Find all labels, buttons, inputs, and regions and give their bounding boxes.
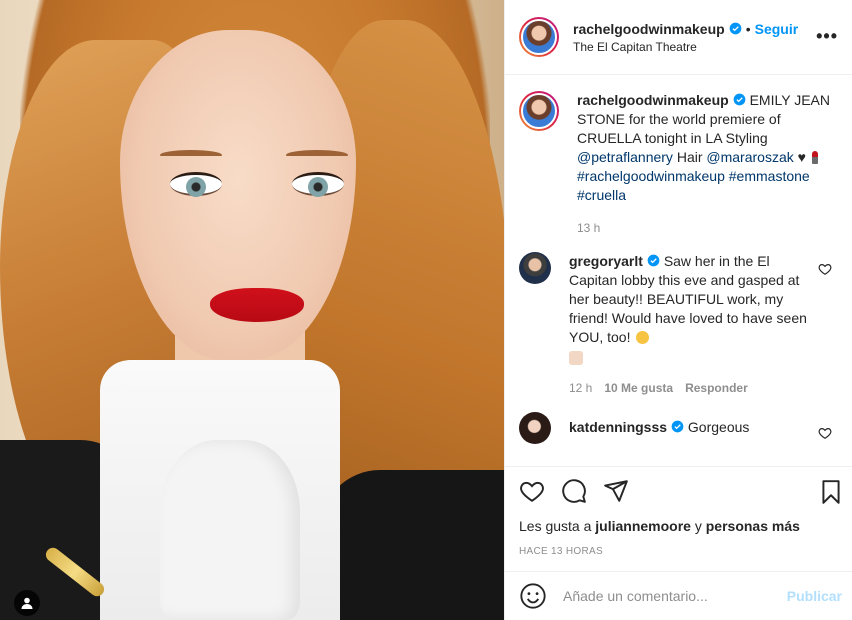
save-bookmark-icon[interactable]	[818, 479, 844, 505]
author-info: rachelgoodwinmakeup • Seguir The El Capi…	[573, 21, 798, 54]
comment-bubble-icon[interactable]	[561, 478, 587, 504]
verified-badge-icon	[729, 22, 742, 35]
hashtag-link[interactable]: #rachelgoodwinmakeup	[577, 168, 725, 184]
comment-time[interactable]: 12 h	[569, 379, 592, 398]
comment-likes[interactable]: 10 Me gusta	[604, 379, 673, 398]
likes-others-link[interactable]: personas más	[706, 518, 800, 534]
post-location[interactable]: The El Capitan Theatre	[573, 40, 798, 54]
comment-body: gregoryarlt Saw her in the El Capitan lo…	[569, 252, 815, 398]
comment-text: Gorgeous	[687, 419, 750, 435]
more-horizontal-icon[interactable]: •••	[816, 26, 838, 47]
caption-time[interactable]: 13 h	[577, 219, 600, 238]
caption-meta: 13 h	[577, 219, 836, 238]
caption-text: Hair	[676, 149, 703, 165]
comment-input[interactable]	[563, 588, 787, 604]
post-timestamp[interactable]: HACE 13 HORAS	[519, 546, 836, 557]
photo-jacket-right	[320, 470, 504, 620]
photo-brow-right	[286, 150, 348, 160]
comment-like-heart-icon[interactable]	[818, 262, 832, 276]
hashtag-link[interactable]: #cruella	[577, 187, 626, 203]
comment-body: katdenningsss Gorgeous	[569, 412, 815, 444]
instagram-post-modal: rachelgoodwinmakeup • Seguir The El Capi…	[0, 0, 852, 620]
mention-link[interactable]: @mararoszak	[706, 149, 793, 165]
heart-emoji: ♥	[797, 149, 806, 165]
photo-blouse-bow	[160, 440, 300, 620]
comment-meta: 12 h 10 Me gusta Responder	[569, 379, 815, 398]
commenter-avatar[interactable]	[519, 412, 551, 444]
comment-username[interactable]: katdenningsss	[569, 419, 667, 435]
likes-summary: Les gusta a juliannemoore y personas más	[519, 518, 836, 534]
header-separator: •	[745, 20, 751, 37]
reply-button[interactable]: Responder	[685, 379, 748, 398]
photo-lips	[210, 288, 304, 322]
author-avatar[interactable]	[519, 17, 559, 57]
mention-link[interactable]: @petraflannery	[577, 149, 673, 165]
follow-button[interactable]: Seguir	[755, 21, 799, 37]
share-paper-plane-icon[interactable]	[603, 478, 629, 504]
comment-like-heart-icon[interactable]	[818, 426, 832, 440]
post-side-panel: rachelgoodwinmakeup • Seguir The El Capi…	[504, 0, 852, 620]
verified-badge-icon	[733, 93, 746, 106]
author-username[interactable]: rachelgoodwinmakeup	[573, 21, 725, 37]
post-comment-button[interactable]: Publicar	[787, 588, 842, 604]
like-heart-icon[interactable]	[519, 478, 545, 504]
liker-username[interactable]: juliannemoore	[595, 518, 691, 534]
verified-badge-icon	[647, 254, 660, 267]
post-header: rachelgoodwinmakeup • Seguir The El Capi…	[505, 0, 852, 75]
comment-item: gregoryarlt Saw her in the El Capitan lo…	[519, 252, 836, 398]
photo-eye-right	[292, 172, 344, 197]
photo-eye-left	[170, 172, 222, 197]
likes-prefix: Les gusta a	[519, 518, 592, 534]
caption-avatar[interactable]	[519, 91, 559, 131]
comment-username[interactable]: gregoryarlt	[569, 253, 643, 269]
emoji-smile-icon[interactable]	[519, 582, 547, 610]
caption-body: rachelgoodwinmakeup EMILY JEAN STONE for…	[577, 91, 836, 238]
comments-list[interactable]: rachelgoodwinmakeup EMILY JEAN STONE for…	[505, 75, 852, 466]
caption-username[interactable]: rachelgoodwinmakeup	[577, 92, 729, 108]
smile-emoji-icon	[636, 331, 650, 344]
lipstick-emoji-icon	[811, 151, 818, 164]
likes-and: y	[694, 518, 702, 534]
commenter-avatar[interactable]	[519, 252, 551, 284]
verified-badge-icon	[671, 420, 684, 433]
clap-emoji-icon	[569, 351, 583, 365]
post-photo[interactable]	[0, 0, 504, 620]
action-icons-row	[519, 477, 836, 505]
comment-item: katdenningsss Gorgeous	[519, 412, 836, 444]
person-tag-icon[interactable]	[14, 590, 40, 616]
caption: rachelgoodwinmakeup EMILY JEAN STONE for…	[519, 91, 836, 238]
add-comment-bar: Publicar	[505, 571, 852, 620]
photo-brow-left	[160, 150, 222, 160]
hashtag-link[interactable]: #emmastone	[729, 168, 810, 184]
post-actions: Les gusta a juliannemoore y personas más…	[505, 466, 852, 571]
